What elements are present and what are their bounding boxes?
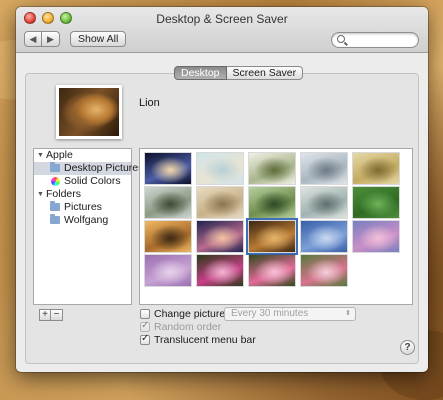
sidebar-item-label: Solid Colors [64, 175, 121, 187]
color-wheel-icon [51, 177, 60, 186]
search-icon [337, 35, 345, 43]
wallpaper-thumbnail[interactable] [145, 187, 191, 218]
wallpaper-thumbnail[interactable] [301, 221, 347, 252]
wallpaper-thumbnail[interactable] [353, 221, 399, 252]
random-order-checkbox[interactable] [140, 320, 150, 332]
group-label: Folders [46, 188, 82, 200]
desktop-pane: Desktop Screen Saver Lion ▼ Apple Deskto… [25, 66, 419, 364]
sidebar-item-solid-colors[interactable]: Solid Colors [34, 175, 131, 188]
back-button[interactable]: ◀ [24, 31, 42, 47]
disclosure-triangle-icon[interactable]: ▼ [37, 149, 44, 162]
wallpaper-thumbnail[interactable] [197, 221, 243, 252]
random-order-label: Random order [154, 321, 222, 333]
group-label: Apple [46, 149, 73, 161]
tab-desktop[interactable]: Desktop [174, 66, 227, 80]
wallpaper-thumbnail[interactable] [197, 153, 243, 184]
wallpaper-thumbnail[interactable] [246, 218, 298, 255]
sidebar-item-pictures[interactable]: Pictures [34, 201, 131, 214]
wallpaper-thumbnail[interactable] [301, 255, 347, 286]
disclosure-triangle-icon[interactable]: ▼ [37, 188, 44, 201]
change-picture-label: Change picture: [154, 308, 229, 320]
wallpaper-grid[interactable] [139, 148, 413, 305]
wallpaper-thumbnail[interactable] [249, 255, 295, 286]
wallpaper-thumbnail[interactable] [145, 255, 191, 286]
group-apple[interactable]: ▼ Apple [34, 149, 131, 162]
sidebar-item-label: Wolfgang [64, 214, 109, 226]
sidebar-item-label: Desktop Pictures [64, 162, 144, 174]
sidebar-item-wolfgang[interactable]: Wolfgang [34, 214, 131, 227]
group-folders[interactable]: ▼ Folders [34, 188, 131, 201]
add-folder-button[interactable]: + [39, 309, 51, 321]
wallpaper-thumbnail[interactable] [249, 153, 295, 184]
wallpaper-thumbnail[interactable] [145, 153, 191, 184]
wallpaper-thumbnail[interactable] [197, 255, 243, 286]
sidebar-item-desktop-pictures[interactable]: Desktop Pictures [34, 162, 143, 175]
tab-control: Desktop Screen Saver [174, 66, 304, 80]
interval-value: Every 30 minutes [231, 308, 309, 319]
translucent-menu-bar-label: Translucent menu bar [154, 334, 256, 346]
preferences-window: Desktop & Screen Saver ◀ ▶ Show All Desk… [16, 7, 428, 372]
folder-icon [50, 162, 60, 172]
folder-icon [50, 214, 60, 224]
wallpaper-thumbnail[interactable] [145, 221, 191, 252]
wallpaper-thumbnail[interactable] [249, 187, 295, 218]
window-title: Desktop & Screen Saver [156, 12, 288, 26]
wallpaper-thumbnail[interactable] [353, 187, 399, 218]
forward-button[interactable]: ▶ [42, 31, 60, 47]
tab-screen-saver[interactable]: Screen Saver [226, 66, 304, 80]
sidebar-item-label: Pictures [64, 201, 102, 213]
title-bar[interactable]: Desktop & Screen Saver ◀ ▶ Show All [16, 7, 428, 53]
wallpaper-thumbnail[interactable] [301, 153, 347, 184]
show-all-button[interactable]: Show All [70, 31, 127, 47]
interval-popup[interactable]: Every 30 minutes ⬍ [224, 307, 356, 321]
wallpaper-thumbnail[interactable] [197, 187, 243, 218]
source-list[interactable]: ▼ Apple Desktop Pictures Solid Colors ▼ … [33, 148, 143, 305]
search-field[interactable] [331, 32, 419, 48]
current-wallpaper-name: Lion [139, 97, 160, 109]
wallpaper-thumbnail[interactable] [301, 187, 347, 218]
help-button[interactable]: ? [400, 340, 415, 355]
list-controls: + − [39, 309, 63, 321]
nav-buttons: ◀ ▶ [24, 31, 60, 47]
popup-arrows-icon: ⬍ [345, 310, 351, 317]
current-wallpaper-preview [56, 85, 122, 139]
translucent-menu-bar-checkbox[interactable] [140, 333, 150, 345]
remove-folder-button[interactable]: − [51, 309, 63, 321]
wallpaper-thumbnail[interactable] [353, 153, 399, 184]
folder-icon [50, 201, 60, 211]
change-picture-checkbox[interactable] [140, 309, 150, 319]
